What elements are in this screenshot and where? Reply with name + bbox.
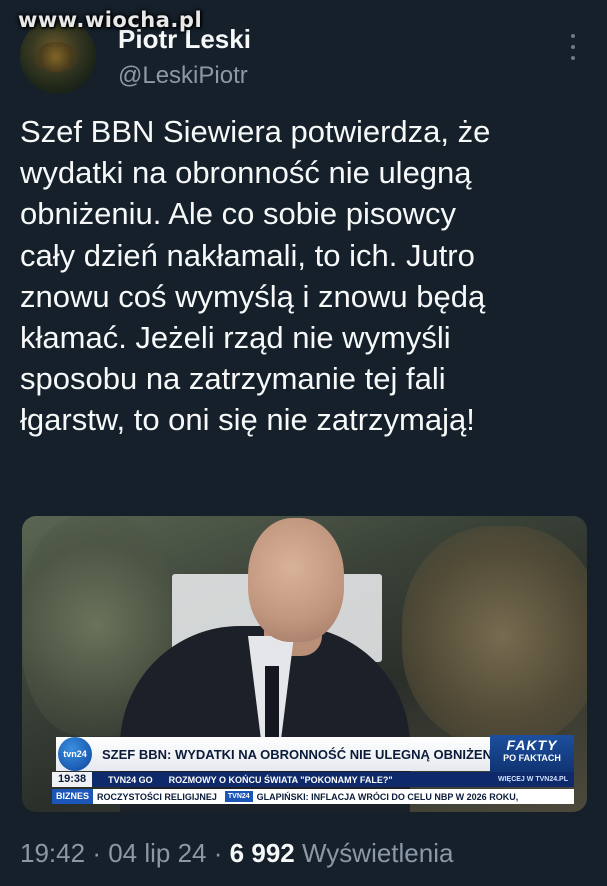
tweet-line: łgarstw, to oni się nie zatrzymają!	[20, 402, 475, 438]
views-count: 6 992	[229, 838, 295, 868]
tweet-meta: 19:42 · 04 lip 24 · 6 992 Wyświetlenia	[20, 838, 453, 869]
ticker-tag: TVN24	[224, 791, 253, 802]
ticker-text-right: GLAPIŃSKI: INFLACJA WRÓCI DO CELU NBP W …	[256, 791, 519, 802]
tweet-time[interactable]: 19:42	[20, 838, 85, 868]
more-info-label: WIĘCEJ W TVN24.PL	[497, 776, 568, 783]
tweet-line: obniżeniu. Ale co sobie pisowcy	[20, 196, 456, 232]
separator: ·	[92, 838, 101, 868]
more-options-icon[interactable]	[568, 34, 578, 60]
channel-label: TVN24 GO	[108, 774, 153, 785]
tweet-line: wydatki na obronność nie ulegną	[20, 155, 472, 191]
background-camo	[402, 526, 587, 746]
separator: ·	[213, 838, 223, 868]
tweet-line: znowu coś wymyślą i znowu będą	[20, 278, 486, 314]
tvn24-logo-icon: tvn24	[58, 737, 92, 771]
watermark: www.wiocha.pl	[18, 8, 203, 32]
fakty-title: FAKTY	[506, 737, 558, 753]
tweet-line: Szef BBN Siewiera potwierdza, że	[20, 114, 491, 149]
news-headline: SZEF BBN: WYDATKI NA OBRONNOŚĆ NIE ULEGN…	[102, 746, 505, 762]
news-ticker: BIZNES ROCZYSTOŚCI RELIGIJNEJ TVN24 GLAP…	[52, 789, 574, 804]
author-handle[interactable]: @LeskiPiotr	[118, 62, 248, 90]
person-tie	[265, 666, 279, 746]
tweet-media-image[interactable]: tvn24 SZEF BBN: WYDATKI NA OBRONNOŚĆ NIE…	[22, 516, 587, 812]
tweet-line: cały dzień nakłamali, to ich. Jutro	[20, 237, 475, 273]
news-headline-bar: tvn24 SZEF BBN: WYDATKI NA OBRONNOŚĆ NIE…	[56, 737, 516, 771]
program-bar: 19:38 TVN24 GO ROZMOWY O KOŃCU ŚWIATA "P…	[52, 772, 574, 787]
ticker-label: BIZNES	[52, 789, 94, 804]
tweet-line: kłamać. Jeżeli rząd nie wymyśli	[20, 320, 451, 356]
tweet-text: Szef BBN Siewiera potwierdza, że wydatki…	[20, 111, 595, 441]
fakty-subtitle: PO FAKTACH	[503, 753, 561, 763]
ticker-text-left: ROCZYSTOŚCI RELIGIJNEJ	[97, 791, 217, 802]
broadcast-clock: 19:38	[52, 772, 93, 787]
person-head	[248, 518, 344, 642]
tweet-line: sposobu na zatrzymanie tej fali	[20, 361, 446, 397]
program-title: ROZMOWY O KOŃCU ŚWIATA "POKONAMY FALE?"	[168, 774, 393, 785]
tweet-date[interactable]: 04 lip 24	[108, 838, 206, 868]
views-label[interactable]: Wyświetlenia	[302, 838, 453, 868]
